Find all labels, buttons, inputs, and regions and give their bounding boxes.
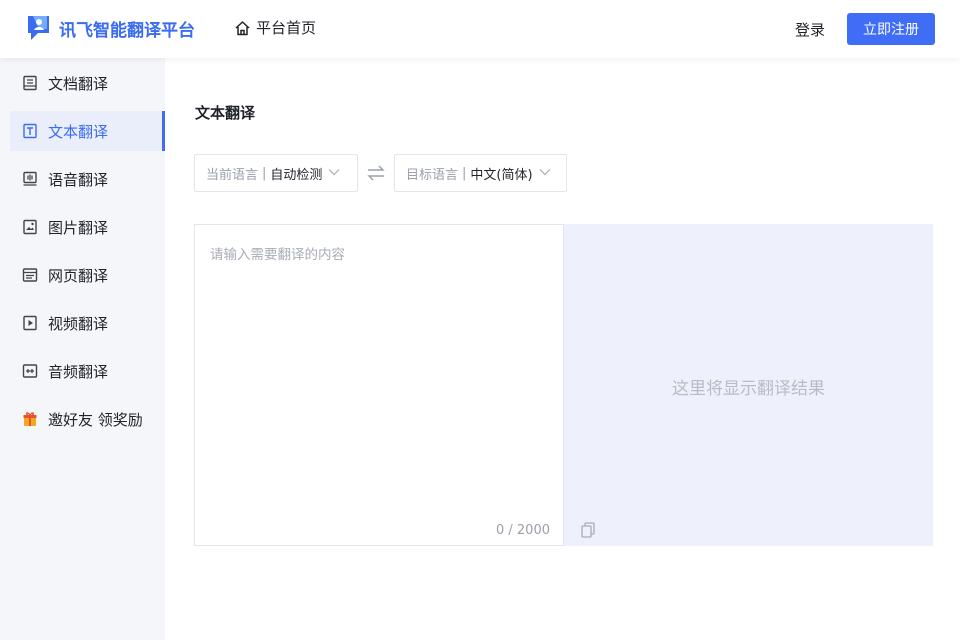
page-title: 文本翻译 [195, 104, 256, 122]
sidebar-item-video[interactable]: 视频翻译 [10, 303, 165, 343]
sidebar-item-label: 网页翻译 [48, 266, 109, 285]
gift-icon [21, 411, 38, 428]
sidebar-item-label: 音频翻译 [48, 362, 109, 381]
logo-text: 讯飞智能翻译平台 [59, 20, 195, 41]
source-text-pane: 0 / 2000 [194, 224, 564, 546]
source-text-input[interactable] [195, 225, 563, 505]
chevron-down-icon [328, 169, 340, 176]
swap-languages-icon[interactable] [366, 164, 386, 182]
audio-icon [21, 363, 38, 380]
webpage-icon [21, 267, 38, 284]
main-content: 文本翻译 当前语言 | 自动检测 目标语言 | 中文(简体) 0 / 2000 … [165, 58, 960, 640]
home-link-label: 平台首页 [256, 19, 317, 37]
top-header: 讯飞智能翻译平台 平台首页 登录 立即注册 [0, 0, 960, 58]
target-language-label: 目标语言 [406, 167, 459, 183]
character-counter: 0 / 2000 [496, 523, 550, 538]
translation-output-placeholder: 这里将显示翻译结果 [672, 379, 825, 399]
sidebar-item-label: 文档翻译 [48, 74, 109, 93]
target-language-separator: | [462, 165, 467, 181]
target-language-value: 中文(简体) [470, 167, 533, 183]
sidebar-item-audio[interactable]: 音频翻译 [10, 351, 165, 391]
source-language-separator: | [262, 165, 267, 181]
chevron-down-icon [539, 169, 550, 176]
document-icon [21, 75, 38, 92]
login-button[interactable]: 登录 [795, 19, 825, 40]
sidebar: 文档翻译 文本翻译 语音翻译 图片翻译 网页翻译 视频翻译 音频翻译 邀好友 领… [0, 58, 165, 640]
text-icon [21, 123, 38, 140]
home-icon [235, 20, 250, 35]
register-button[interactable]: 立即注册 [847, 13, 935, 45]
logo[interactable]: 讯飞智能翻译平台 [25, 13, 195, 43]
sidebar-item-image[interactable]: 图片翻译 [10, 207, 165, 247]
sidebar-item-label: 视频翻译 [48, 314, 109, 333]
video-icon [21, 315, 38, 332]
sidebar-item-label: 邀好友 领奖励 [48, 410, 143, 429]
sidebar-item-label: 语音翻译 [48, 170, 109, 189]
sidebar-item-text[interactable]: 文本翻译 [10, 111, 165, 151]
logo-icon [25, 13, 55, 43]
sidebar-item-document[interactable]: 文档翻译 [10, 63, 165, 103]
sidebar-item-invite[interactable]: 邀好友 领奖励 [10, 399, 165, 439]
source-language-select[interactable]: 当前语言 | 自动检测 [194, 154, 358, 192]
target-language-select[interactable]: 目标语言 | 中文(简体) [394, 154, 567, 192]
voice-icon [21, 171, 38, 188]
image-icon [21, 219, 38, 236]
sidebar-item-label: 文本翻译 [48, 122, 109, 141]
translation-output-pane: 这里将显示翻译结果 [564, 224, 933, 546]
source-language-label: 当前语言 [206, 167, 259, 183]
copy-icon[interactable] [581, 522, 595, 538]
sidebar-item-webpage[interactable]: 网页翻译 [10, 255, 165, 295]
sidebar-item-label: 图片翻译 [48, 218, 109, 237]
home-link[interactable]: 平台首页 [234, 17, 316, 38]
source-language-value: 自动检测 [270, 167, 323, 183]
sidebar-item-voice[interactable]: 语音翻译 [10, 159, 165, 199]
